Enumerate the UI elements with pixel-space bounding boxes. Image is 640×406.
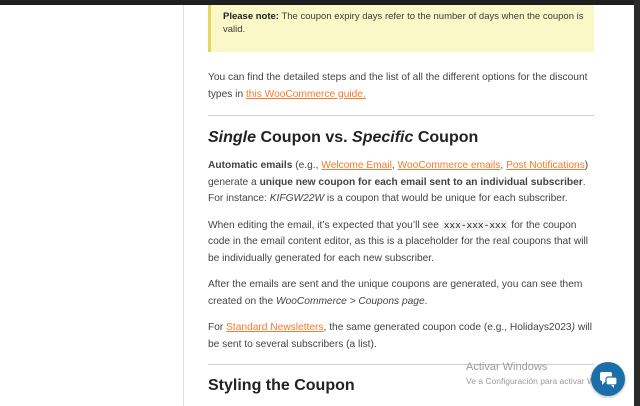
article-content: You can find the detailed steps and the … <box>208 70 598 396</box>
heading-em-single: Single <box>208 129 257 146</box>
comma-1: , <box>391 160 395 171</box>
section-heading-single-vs-specific: Single Coupon vs. Specific Coupon <box>208 128 598 148</box>
heading-text-2: Coupon <box>417 129 479 146</box>
chat-bubbles-icon <box>600 372 618 388</box>
left-sidebar <box>0 5 183 406</box>
post-notifications-link[interactable]: Post Notifications <box>506 160 585 171</box>
woocommerce-guide-link[interactable]: this WooCommerce guide. <box>246 89 366 100</box>
chat-button[interactable] <box>591 362 625 396</box>
standard-newsletters-paragraph: For Standard Newsletters, the same gener… <box>208 320 598 353</box>
placeholder-code: xxx-xxx-xxx <box>441 219 509 231</box>
automatic-emails-lead: Automatic emails <box>208 160 293 171</box>
same-coupon-text: , the same generated coupon code (e.g., … <box>323 322 572 333</box>
emails-sent-paragraph: After the emails are sent and the unique… <box>208 277 598 310</box>
paren-close: ) <box>584 160 589 171</box>
heading-em-specific: Specific <box>352 129 414 146</box>
standard-newsletters-link[interactable]: Standard Newsletters <box>226 322 323 333</box>
watermark-line-1: Activar Windows <box>466 361 548 373</box>
text-unique-each: is a coupon that would be unique for eac… <box>326 193 568 204</box>
note-title: Please note: <box>223 11 279 22</box>
intro-paragraph: You can find the detailed steps and the … <box>208 70 598 103</box>
coupons-page-em: WooCommerce > Coupons page <box>275 295 425 307</box>
editing-text-1: When editing the email, it’s expected th… <box>208 219 439 231</box>
text-generate: generate a <box>208 176 257 188</box>
comma-2: , <box>500 160 504 171</box>
text-for: For <box>208 322 224 333</box>
editing-email-paragraph: When editing the email, it’s expected th… <box>208 218 598 268</box>
paren-open: (e.g., <box>295 160 319 171</box>
watermark-line-2: Ve a Configuración para activar W <box>466 376 595 386</box>
sidebar-divider <box>183 5 184 406</box>
activate-windows-watermark: Activar Windows Ve a Configuración para … <box>466 361 595 387</box>
scrollbar-track[interactable] <box>634 0 640 406</box>
example-coupon-code: KIFGW22W <box>269 193 325 204</box>
note-box: Please note: The coupon expiry days refe… <box>208 5 594 52</box>
unique-coupon-strong: unique new coupon for each email sent to… <box>259 176 583 188</box>
heading-text-1: Coupon vs. <box>260 129 348 146</box>
automatic-emails-paragraph: Automatic emails (e.g., Welcome Email, W… <box>208 158 598 208</box>
welcome-email-link[interactable]: Welcome Email <box>321 160 392 171</box>
period: . <box>424 295 428 307</box>
paren-em: ) <box>571 322 575 333</box>
section-divider <box>208 115 594 116</box>
woocommerce-emails-link[interactable]: WooCommerce emails <box>398 160 501 171</box>
